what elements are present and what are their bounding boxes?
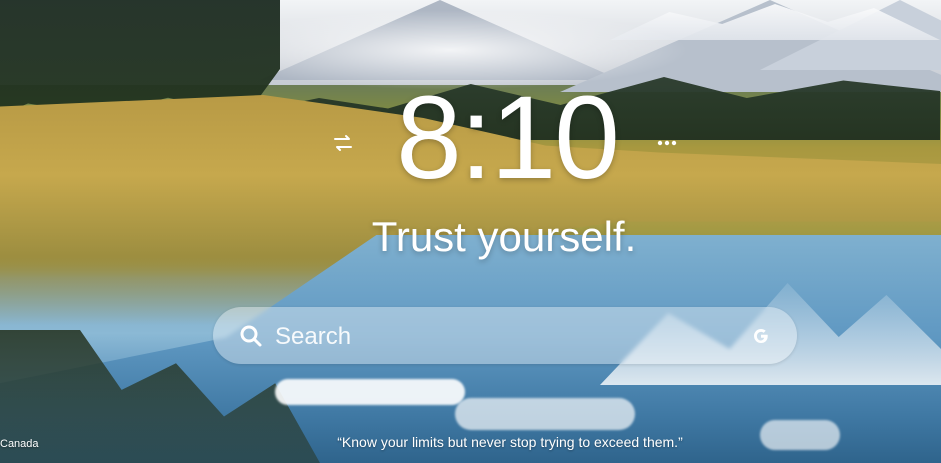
- quote-text: “Know your limits but never stop trying …: [337, 434, 683, 450]
- search-input[interactable]: [273, 317, 737, 356]
- mantra-text: Trust yourself.: [371, 213, 637, 260]
- new-tab-page: 8:10 Trust yourself. “Know your limits b…: [0, 0, 941, 463]
- search-icon: [238, 323, 264, 349]
- photo-location: Canada: [0, 438, 39, 450]
- background-cloud-reflection: [760, 420, 840, 450]
- more-dots-icon[interactable]: [654, 136, 680, 150]
- switch-arrows-icon[interactable]: [331, 131, 355, 155]
- google-g-icon[interactable]: [751, 326, 771, 346]
- background-cloud-reflection: [455, 398, 635, 430]
- clock-time: 8:10: [396, 72, 620, 204]
- search-bar[interactable]: [213, 307, 797, 364]
- background-cloud-reflection: [275, 379, 465, 405]
